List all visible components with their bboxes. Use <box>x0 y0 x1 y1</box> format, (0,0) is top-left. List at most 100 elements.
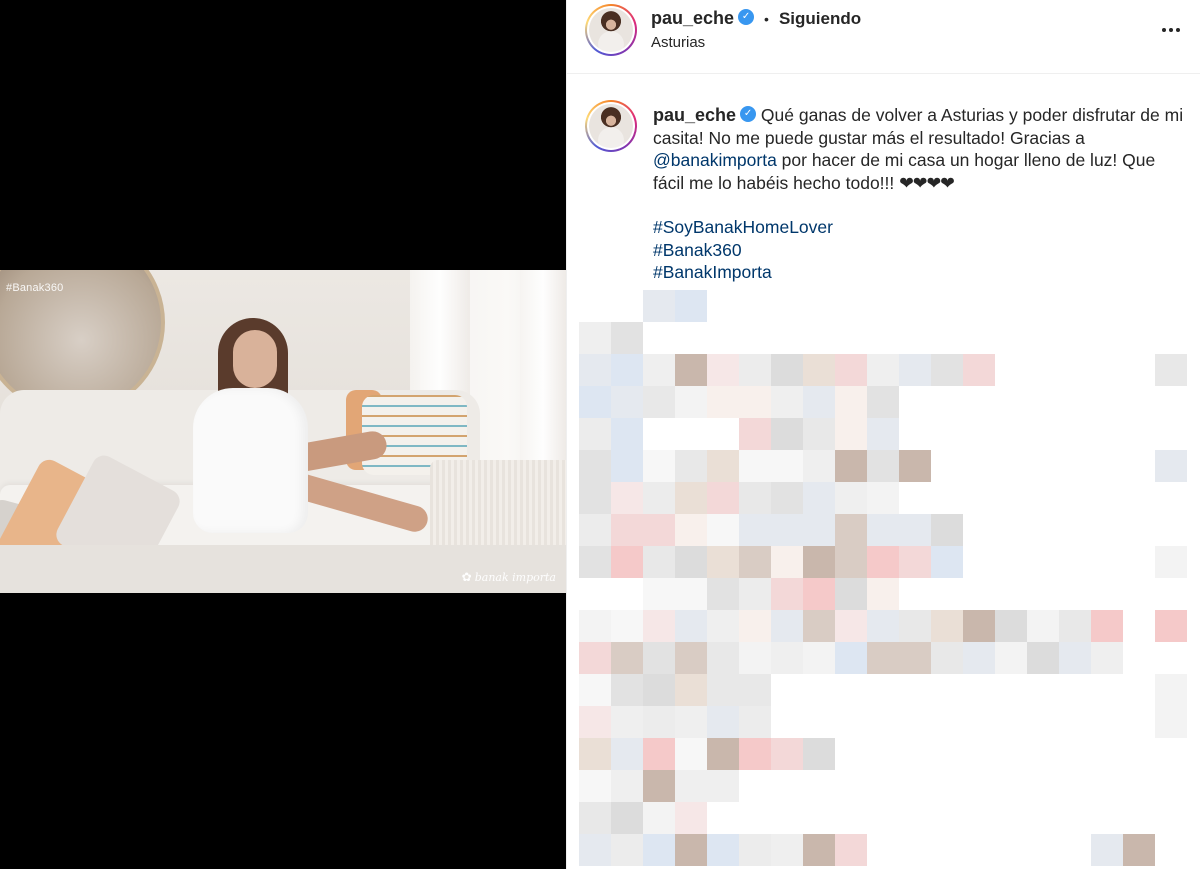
pixelated-block <box>707 834 739 866</box>
pixelated-block <box>675 834 707 866</box>
pixelated-block <box>995 610 1027 642</box>
pixelated-block <box>1155 354 1187 386</box>
pixelated-block <box>771 354 803 386</box>
hashtag-link[interactable]: #SoyBanakHomeLover <box>653 217 833 237</box>
pixelated-block <box>611 642 643 674</box>
pixelated-block <box>579 418 611 450</box>
person <box>188 318 458 538</box>
pixelated-block <box>803 514 835 546</box>
pixelated-block <box>771 514 803 546</box>
pixelated-block <box>835 418 867 450</box>
pixelated-block <box>899 610 931 642</box>
pixelated-block <box>611 706 643 738</box>
pixelated-block <box>611 450 643 482</box>
pixelated-block <box>1155 546 1187 578</box>
brand-logo-icon: ✿ <box>461 570 472 584</box>
pixelated-block <box>707 674 739 706</box>
pixelated-block <box>835 514 867 546</box>
author-avatar[interactable] <box>585 4 637 56</box>
pixelated-block <box>835 546 867 578</box>
pixelated-block <box>579 738 611 770</box>
pixelated-block <box>931 514 963 546</box>
pixelated-block <box>643 706 675 738</box>
pixelated-block <box>643 834 675 866</box>
pixelated-block <box>611 674 643 706</box>
pixelated-block <box>803 386 835 418</box>
pixelated-block <box>1059 642 1091 674</box>
pixelated-block <box>739 834 771 866</box>
pixelated-block <box>707 610 739 642</box>
pixelated-block <box>771 386 803 418</box>
hearts-emoji: ❤❤❤❤ <box>899 172 955 193</box>
pixelated-block <box>675 354 707 386</box>
pixelated-block <box>899 450 931 482</box>
pixelated-block <box>739 706 771 738</box>
pixelated-block <box>739 514 771 546</box>
pixelated-block <box>579 706 611 738</box>
video-watermark: ✿ banak importa <box>462 570 556 584</box>
pixelated-block <box>739 482 771 514</box>
pixelated-block <box>835 642 867 674</box>
pixelated-block <box>1059 610 1091 642</box>
pixelated-block <box>579 514 611 546</box>
pixelated-block <box>803 354 835 386</box>
caption-username[interactable]: pau_eche <box>653 105 736 125</box>
pixelated-block <box>835 482 867 514</box>
pixelated-block <box>803 610 835 642</box>
pixelated-block <box>931 354 963 386</box>
pixelated-block <box>803 834 835 866</box>
hashtag-link[interactable]: #BanakImporta <box>653 262 772 282</box>
separator-dot: • <box>764 10 769 27</box>
pixelated-block <box>931 642 963 674</box>
pixelated-block <box>643 642 675 674</box>
pixelated-block <box>675 290 707 322</box>
pixelated-block <box>611 738 643 770</box>
caption-avatar[interactable] <box>585 100 637 152</box>
pixelated-block <box>739 738 771 770</box>
pixelated-block <box>707 546 739 578</box>
pixelated-block <box>835 610 867 642</box>
pixelated-block <box>835 386 867 418</box>
pixelated-block <box>611 546 643 578</box>
pixelated-block <box>739 386 771 418</box>
caption-text: pau_eche ✓ Qué ganas de volver a Asturias… <box>653 104 1189 284</box>
pixelated-block <box>579 610 611 642</box>
pixelated-block <box>675 674 707 706</box>
pixelated-block <box>675 738 707 770</box>
pixelated-block <box>771 450 803 482</box>
pixelated-block <box>675 450 707 482</box>
hashtag-link[interactable]: #Banak360 <box>653 240 742 260</box>
pixelated-block <box>1123 834 1155 866</box>
post-video[interactable]: #Banak360 ✿ banak importa <box>0 270 566 593</box>
pixelated-block <box>707 450 739 482</box>
mention-link[interactable]: @banakimporta <box>653 150 777 170</box>
pixelated-block <box>771 642 803 674</box>
pixelated-block <box>579 482 611 514</box>
pixelated-block <box>675 578 707 610</box>
pixelated-block <box>867 418 899 450</box>
pixelated-block <box>867 610 899 642</box>
pixelated-block <box>643 386 675 418</box>
pixelated-block <box>707 642 739 674</box>
pixelated-block <box>675 482 707 514</box>
following-button[interactable]: Siguiendo <box>779 9 861 29</box>
pixelated-block <box>899 354 931 386</box>
location-link[interactable]: Asturias <box>651 34 705 51</box>
pixelated-block <box>611 322 643 354</box>
pixelated-block <box>643 578 675 610</box>
author-username[interactable]: pau_eche <box>651 8 734 29</box>
pixelated-block <box>707 354 739 386</box>
pixelated-block <box>675 706 707 738</box>
pixelated-block <box>611 514 643 546</box>
pixelated-block <box>835 354 867 386</box>
more-options-icon[interactable] <box>1159 18 1183 42</box>
pixelated-block <box>611 802 643 834</box>
pixelated-block <box>771 482 803 514</box>
header-user-row: pau_eche ✓ • Siguiendo <box>651 8 861 29</box>
pixelated-block <box>643 450 675 482</box>
pixelated-block <box>675 610 707 642</box>
pixelated-block <box>995 642 1027 674</box>
pixelated-block <box>867 642 899 674</box>
pixelated-block <box>931 546 963 578</box>
pixelated-block <box>771 738 803 770</box>
